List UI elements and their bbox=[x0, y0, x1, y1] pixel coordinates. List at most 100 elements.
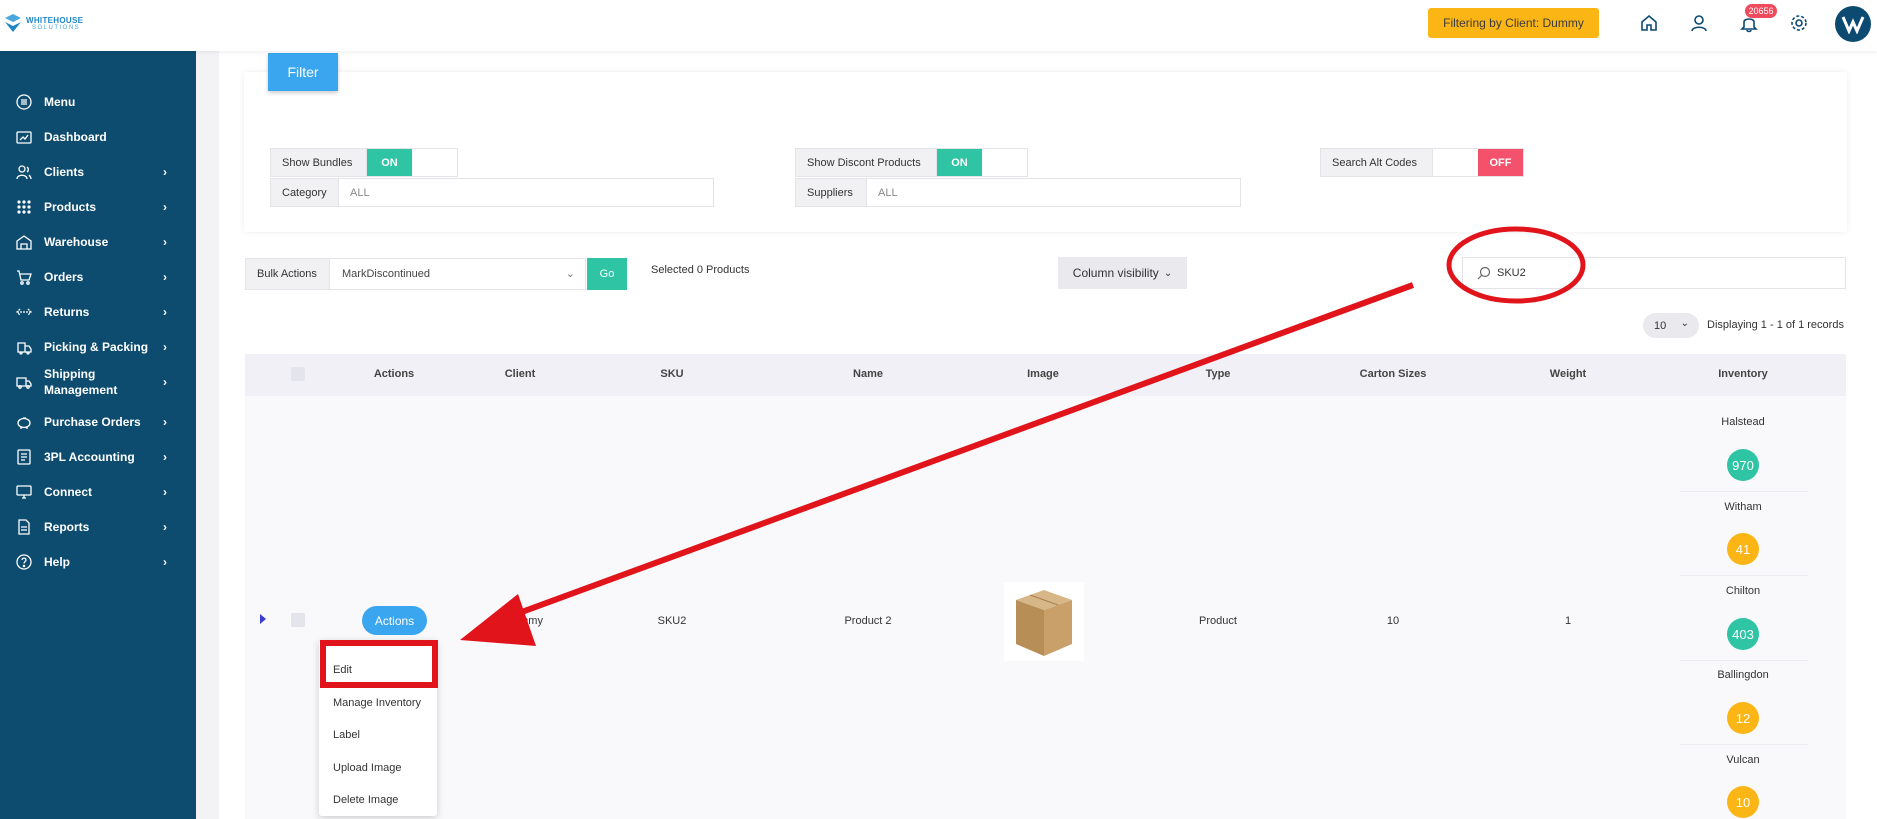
column-header-carton-sizes[interactable]: Carton Sizes bbox=[1360, 368, 1427, 380]
company-logo[interactable]: WHITEHOUSE SOLUTIONS bbox=[2, 10, 102, 34]
column-header-client[interactable]: Client bbox=[505, 368, 536, 380]
filter-tab[interactable]: Filter bbox=[268, 53, 338, 91]
sidebar-item-label: Picking & Packing bbox=[44, 340, 149, 354]
chevron-right-icon: › bbox=[163, 375, 167, 389]
logo-subtext: SOLUTIONS bbox=[32, 25, 81, 31]
column-header-type[interactable]: Type bbox=[1206, 368, 1231, 380]
grid-icon bbox=[15, 198, 33, 216]
sidebar-item-help[interactable]: Help › bbox=[0, 552, 196, 572]
search-icon bbox=[1477, 266, 1491, 280]
page-length-select[interactable]: 10 ⌄ bbox=[1643, 313, 1699, 338]
sidebar: Menu Dashboard Clients › Products › Ware… bbox=[0, 51, 196, 819]
column-header-inventory[interactable]: Inventory bbox=[1718, 368, 1768, 380]
sidebar-item-connect[interactable]: Connect › bbox=[0, 482, 196, 502]
sidebar-item-reports[interactable]: Reports › bbox=[0, 517, 196, 537]
notification-count-badge: 20656 bbox=[1745, 4, 1777, 18]
column-visibility-button[interactable]: Column visibility ⌄ bbox=[1058, 257, 1187, 289]
home-icon[interactable] bbox=[1636, 10, 1662, 36]
suppliers-select[interactable]: ALL bbox=[866, 178, 1241, 207]
chevron-right-icon: › bbox=[163, 485, 167, 499]
chevron-right-icon: › bbox=[163, 305, 167, 319]
client-filter-badge[interactable]: Filtering by Client: Dummy bbox=[1428, 8, 1599, 38]
cell-name: Product 2 bbox=[844, 615, 892, 627]
sidebar-item-dashboard[interactable]: Dashboard bbox=[0, 127, 196, 147]
sidebar-item-picking-packing[interactable]: Picking & Packing › bbox=[0, 337, 196, 357]
menu-item-label[interactable]: Label bbox=[333, 729, 360, 741]
bulk-action-value: MarkDiscontinued bbox=[342, 268, 431, 280]
search-input[interactable]: SKU2 bbox=[1462, 257, 1846, 289]
product-image[interactable] bbox=[1004, 582, 1084, 661]
sidebar-item-shipping-management[interactable]: Shipping Management › bbox=[0, 364, 196, 400]
clients-icon bbox=[15, 163, 33, 181]
column-visibility-label: Column visibility bbox=[1072, 266, 1159, 280]
sidebar-item-purchase-orders[interactable]: Purchase Orders › bbox=[0, 412, 196, 432]
select-all-checkbox[interactable] bbox=[291, 367, 305, 381]
show-discont-label: Show Discont Products bbox=[795, 148, 937, 177]
sidebar-item-clients[interactable]: Clients › bbox=[0, 162, 196, 182]
sidebar-item-label: Orders bbox=[44, 270, 84, 284]
menu-item-upload-image[interactable]: Upload Image bbox=[333, 762, 402, 774]
chevron-right-icon: › bbox=[163, 200, 167, 214]
picking-icon bbox=[15, 338, 33, 356]
inventory-qty-badge: 12 bbox=[1727, 702, 1759, 734]
sidebar-item-products[interactable]: Products › bbox=[0, 197, 196, 217]
accounting-icon bbox=[15, 448, 33, 466]
sidebar-item-3pl-accounting[interactable]: 3PL Accounting › bbox=[0, 447, 196, 467]
cell-type: Product bbox=[1199, 615, 1237, 627]
expand-row-icon[interactable] bbox=[260, 614, 266, 624]
inventory-warehouse-name: Chilton bbox=[1725, 585, 1761, 597]
column-header-weight[interactable]: Weight bbox=[1550, 368, 1586, 380]
divider bbox=[1680, 660, 1808, 661]
cell-client: Dummy bbox=[505, 615, 543, 627]
sidebar-item-label: Clients bbox=[44, 165, 85, 179]
menu-item-delete-image[interactable]: Delete Image bbox=[333, 794, 398, 806]
sidebar-item-warehouse[interactable]: Warehouse › bbox=[0, 232, 196, 252]
sidebar-item-returns[interactable]: Returns › bbox=[0, 302, 196, 322]
search-alt-codes-label: Search Alt Codes bbox=[1320, 148, 1433, 177]
column-header-name[interactable]: Name bbox=[853, 368, 883, 380]
chevron-down-icon: ⌄ bbox=[1680, 318, 1689, 329]
selected-products-count: Selected 0 Products bbox=[651, 264, 750, 276]
chevron-down-icon: ⌄ bbox=[565, 268, 575, 280]
avatar[interactable] bbox=[1835, 6, 1871, 42]
category-select[interactable]: ALL bbox=[338, 178, 714, 207]
logo-mark-icon bbox=[5, 14, 21, 32]
sidebar-item-label: Returns bbox=[44, 305, 90, 319]
show-bundles-toggle[interactable]: ON bbox=[366, 148, 458, 177]
go-button[interactable]: Go bbox=[587, 258, 627, 290]
records-info: Displaying 1 - 1 of 1 records bbox=[1707, 319, 1844, 331]
chevron-right-icon: › bbox=[163, 235, 167, 249]
column-header-actions[interactable]: Actions bbox=[374, 368, 414, 380]
user-icon[interactable] bbox=[1686, 10, 1712, 36]
column-header-image[interactable]: Image bbox=[1027, 368, 1059, 380]
chevron-right-icon: › bbox=[163, 520, 167, 534]
bulk-actions-select[interactable]: MarkDiscontinued ⌄ bbox=[329, 258, 586, 290]
returns-icon bbox=[15, 303, 33, 321]
sidebar-item-label: Warehouse bbox=[44, 235, 109, 249]
search-alt-codes-toggle[interactable]: OFF bbox=[1432, 148, 1524, 177]
edit-highlight-box bbox=[320, 640, 438, 688]
sidebar-item-orders[interactable]: Orders › bbox=[0, 267, 196, 287]
bulk-actions-label: Bulk Actions bbox=[245, 258, 330, 290]
actions-button[interactable]: Actions bbox=[362, 606, 427, 635]
row-checkbox[interactable] bbox=[291, 613, 305, 627]
chevron-right-icon: › bbox=[163, 340, 167, 354]
chevron-right-icon: › bbox=[163, 450, 167, 464]
logo-text: WHITEHOUSE bbox=[26, 16, 84, 25]
cell-sku: SKU2 bbox=[657, 615, 687, 627]
menu-item-manage-inventory[interactable]: Manage Inventory bbox=[333, 697, 421, 709]
show-discont-toggle[interactable]: ON bbox=[936, 148, 1028, 177]
sidebar-item-label: Menu bbox=[44, 95, 76, 109]
category-label: Category bbox=[270, 178, 339, 207]
sidebar-item-label: Purchase Orders bbox=[44, 415, 141, 429]
inventory-warehouse-name: Ballingdon bbox=[1717, 669, 1769, 681]
page-length-value: 10 bbox=[1654, 319, 1667, 332]
sidebar-item-menu[interactable]: Menu bbox=[0, 92, 196, 112]
gear-icon[interactable] bbox=[1786, 10, 1812, 36]
chevron-right-icon: › bbox=[163, 165, 167, 179]
column-header-sku[interactable]: SKU bbox=[660, 368, 683, 380]
chevron-down-icon: ⌄ bbox=[1163, 267, 1173, 279]
sidebar-item-label: Connect bbox=[44, 485, 92, 499]
sidebar-item-label: Dashboard bbox=[44, 130, 107, 144]
search-value: SKU2 bbox=[1497, 267, 1526, 279]
